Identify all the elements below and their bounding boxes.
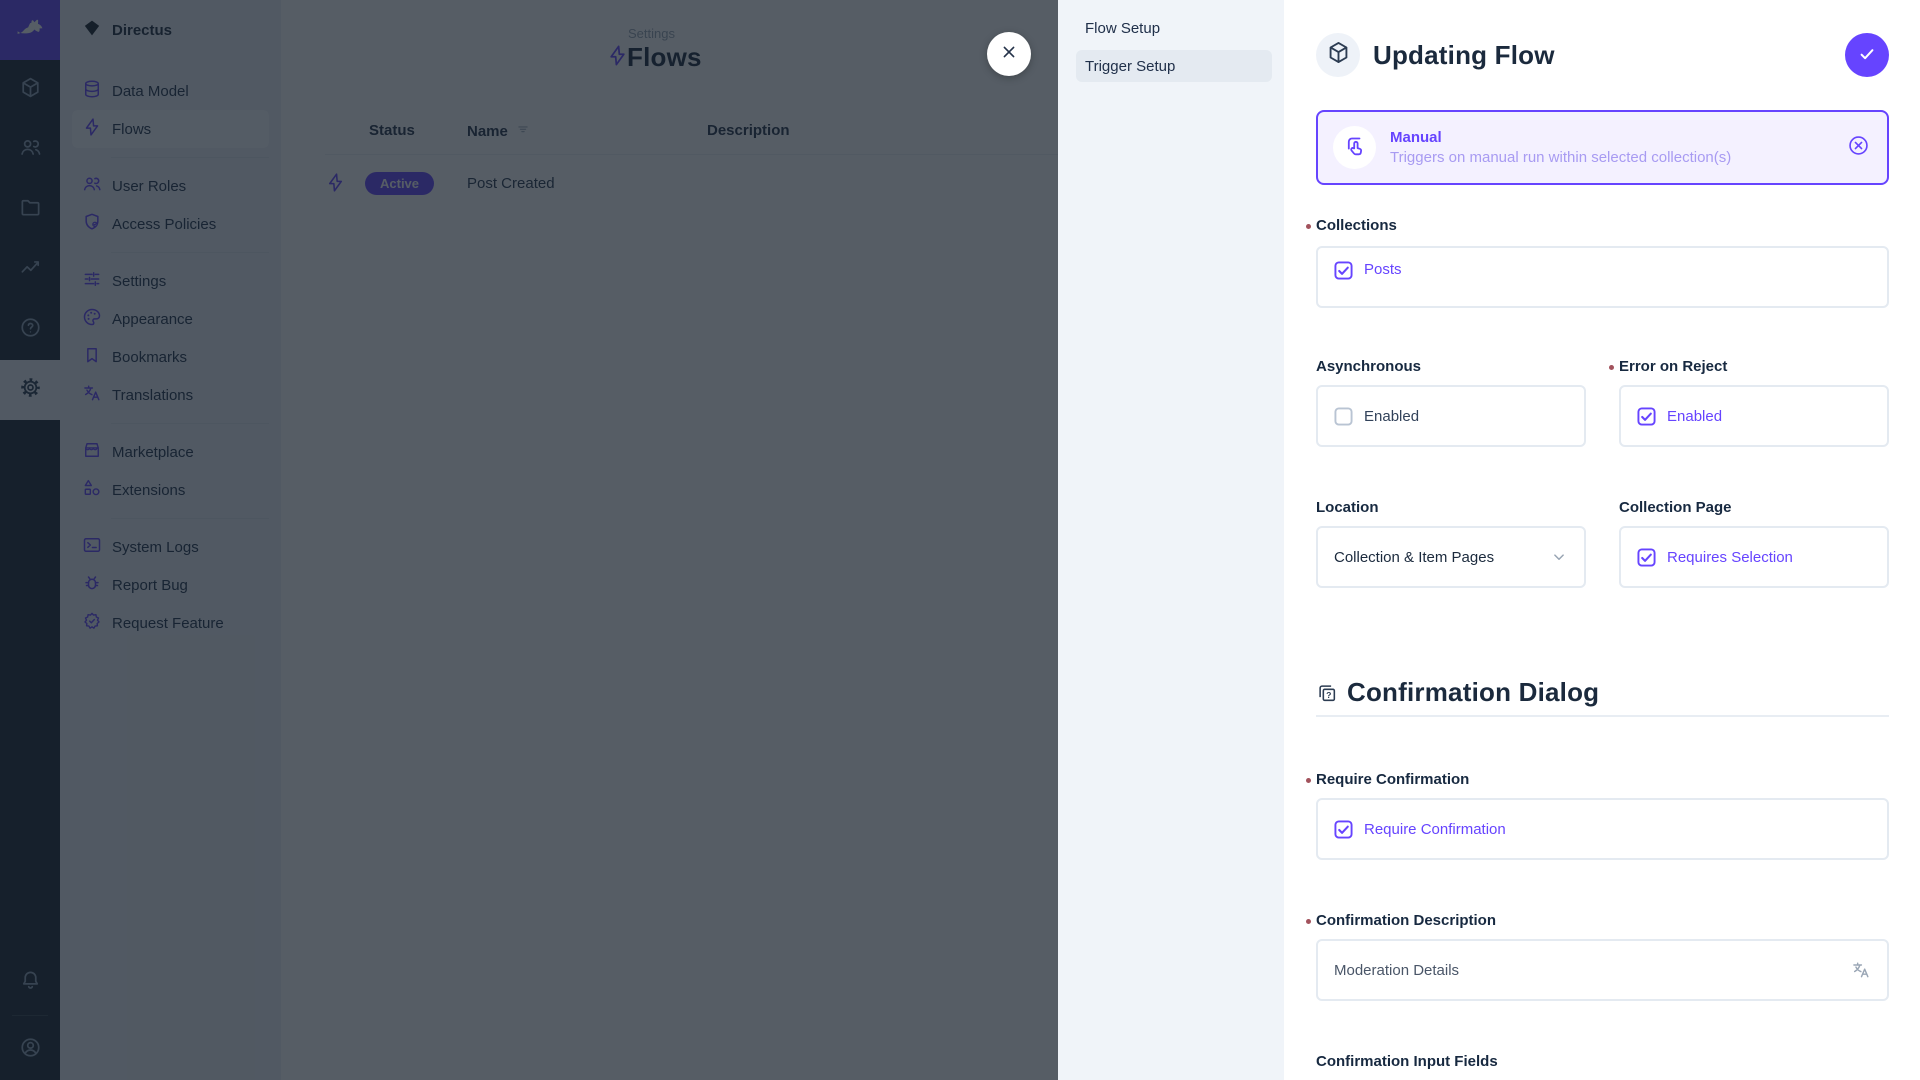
trigger-setup-drawer: Flow Setup Trigger Setup Updating Flow: [1058, 0, 1920, 1080]
drawer-title-chip: [1316, 33, 1360, 77]
manual-trigger-card[interactable]: Manual Triggers on manual run within sel…: [1316, 110, 1889, 185]
cancel-circle-icon: [1847, 134, 1870, 162]
manual-trigger-title: Manual: [1390, 129, 1731, 146]
requires-selection-checkbox-label[interactable]: Requires Selection: [1667, 549, 1793, 566]
directus-app: Directus Data ModelFlowsUser RolesAccess…: [0, 0, 1920, 1080]
drawer-overlay-scrim[interactable]: [0, 0, 1058, 1080]
collection-page-field: Requires Selection: [1619, 526, 1889, 588]
drawer-close-button[interactable]: [987, 32, 1031, 76]
error-on-reject-field: Enabled: [1619, 385, 1889, 447]
drawer-main: Updating Flow Manual Triggers on manual …: [1284, 0, 1920, 1080]
check-icon: [1857, 44, 1877, 67]
collections-label: Collections: [1316, 215, 1889, 237]
deselect-trigger-button[interactable]: [1847, 134, 1870, 162]
drawer-title: Updating Flow: [1373, 40, 1845, 71]
confirmation-input-fields-label: Confirmation Input Fields: [1316, 1051, 1889, 1073]
drawer-nav: Flow Setup Trigger Setup: [1058, 0, 1284, 1080]
confirmation-dialog-title: Confirmation Dialog: [1347, 677, 1599, 708]
posts-checkbox-label[interactable]: Posts: [1364, 261, 1402, 278]
confirmation-description-label: Confirmation Description: [1316, 910, 1889, 932]
svg-text:?: ?: [1326, 689, 1331, 699]
drawer-tab-trigger-setup[interactable]: Trigger Setup: [1076, 50, 1272, 82]
posts-checkbox[interactable]: [1334, 261, 1353, 280]
require-confirmation-label: Require Confirmation: [1316, 769, 1889, 791]
collection-page-label: Collection Page: [1619, 497, 1889, 519]
manual-trigger-text: Manual Triggers on manual run within sel…: [1390, 129, 1731, 166]
location-label: Location: [1316, 497, 1586, 519]
chevron-down-icon: [1550, 548, 1568, 566]
error-on-reject-label: Error on Reject: [1619, 356, 1889, 378]
manual-trigger-subtitle: Triggers on manual run within selected c…: [1390, 149, 1731, 166]
collections-field: Posts: [1316, 246, 1889, 308]
confirmation-description-input[interactable]: Moderation Details: [1316, 939, 1889, 1001]
section-divider: [1316, 715, 1889, 717]
requires-selection-checkbox[interactable]: [1637, 548, 1656, 567]
asynchronous-label: Asynchronous: [1316, 356, 1586, 378]
translate-icon[interactable]: [1851, 960, 1871, 980]
drawer-content: Manual Triggers on manual run within sel…: [1284, 110, 1920, 1080]
confirmation-dialog-section: ? Confirmation Dialog: [1316, 677, 1889, 708]
save-button[interactable]: [1845, 33, 1889, 77]
drawer-tab-flow-setup[interactable]: Flow Setup: [1076, 12, 1272, 44]
require-confirmation-field: Require Confirmation: [1316, 798, 1889, 860]
confirmation-description-value: Moderation Details: [1334, 962, 1459, 979]
manual-trigger-icon-circle: [1333, 126, 1376, 169]
asynchronous-field: Enabled: [1316, 385, 1586, 447]
close-icon: [999, 42, 1019, 67]
drawer-header: Updating Flow: [1284, 0, 1920, 110]
require-confirmation-checkbox-label[interactable]: Require Confirmation: [1364, 821, 1506, 838]
error-on-reject-checkbox-label[interactable]: Enabled: [1667, 408, 1722, 425]
confirmation-dialog-icon: ?: [1316, 682, 1338, 704]
cube-icon: [1326, 40, 1351, 70]
location-select[interactable]: Collection & Item Pages: [1316, 526, 1586, 588]
asynchronous-checkbox-label[interactable]: Enabled: [1364, 408, 1419, 425]
manual-tap-icon: [1343, 133, 1367, 162]
require-confirmation-checkbox[interactable]: [1334, 820, 1353, 839]
location-select-value: Collection & Item Pages: [1334, 549, 1494, 566]
error-on-reject-checkbox[interactable]: [1637, 407, 1656, 426]
asynchronous-checkbox[interactable]: [1334, 407, 1353, 426]
